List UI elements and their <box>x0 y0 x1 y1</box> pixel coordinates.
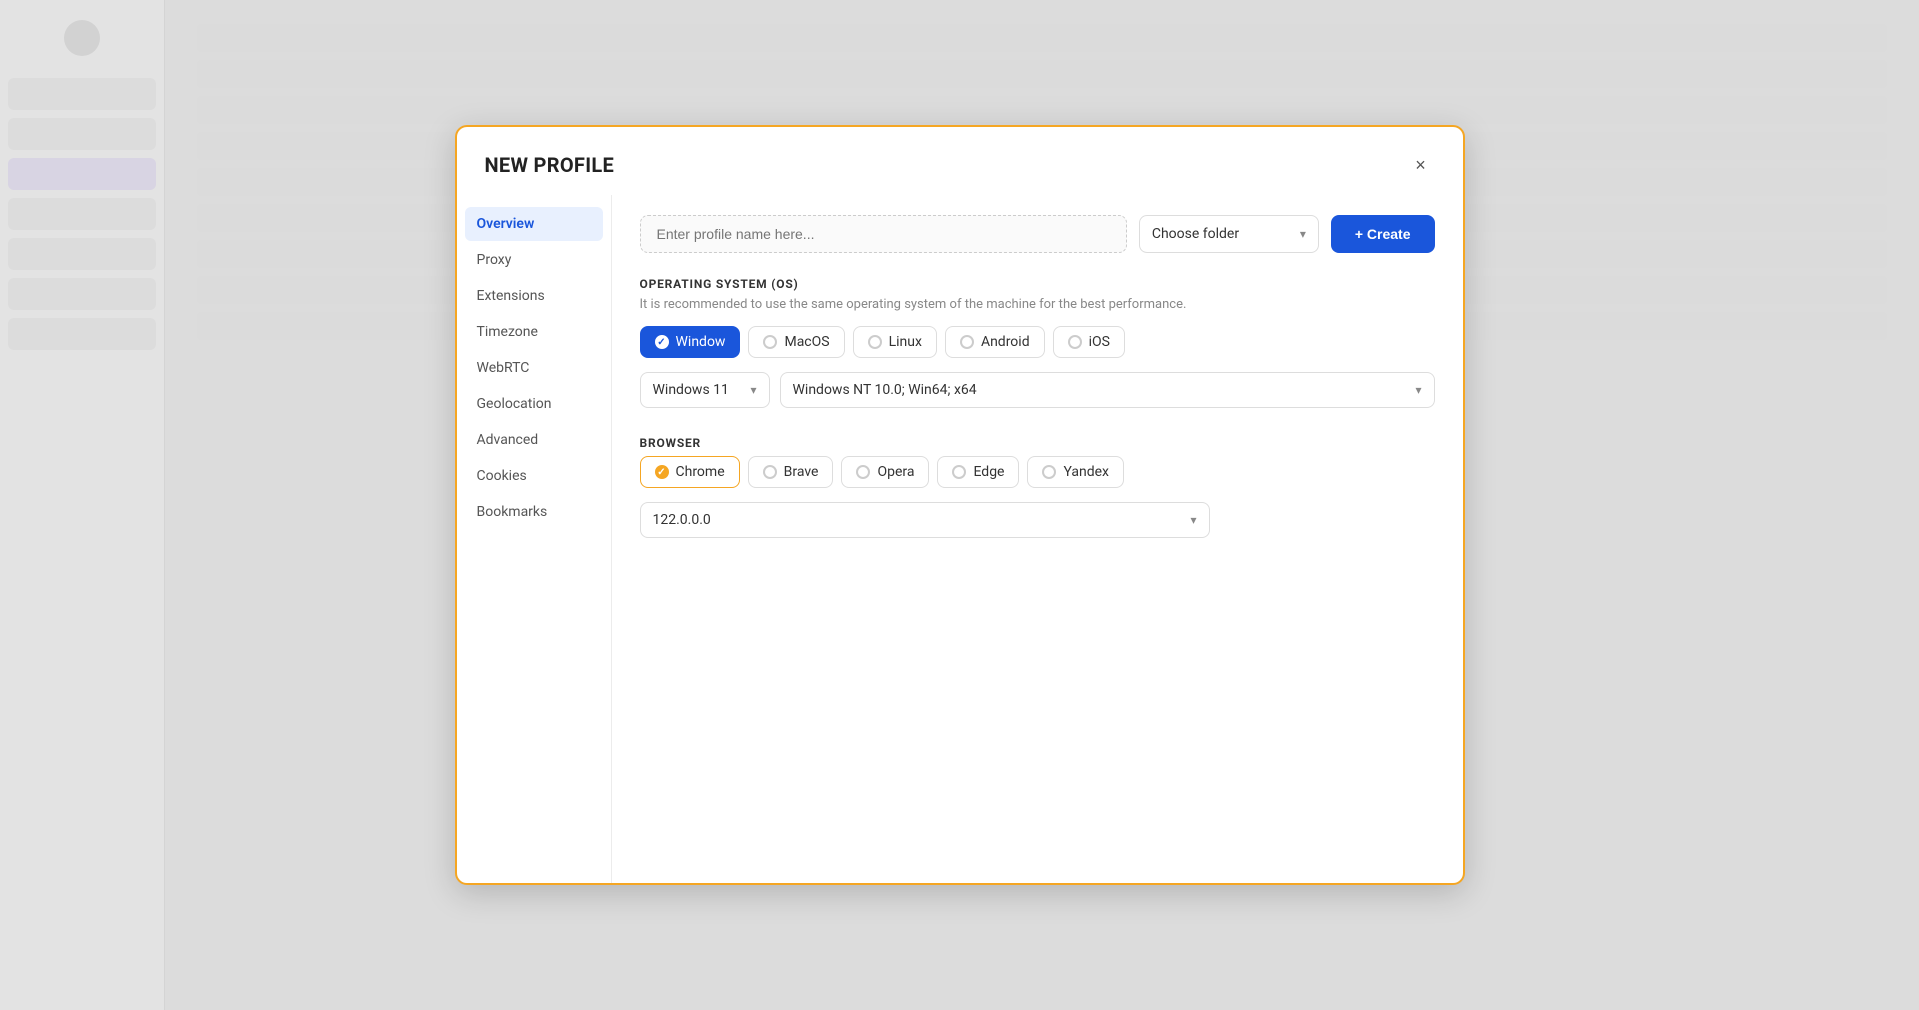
nav-item-advanced[interactable]: Advanced <box>457 423 611 457</box>
folder-select-dropdown[interactable]: Choose folder ▾ <box>1139 215 1319 253</box>
os-radio-android <box>960 335 974 349</box>
browser-radio-edge <box>952 465 966 479</box>
os-platform-select[interactable]: Windows NT 10.0; Win64; x64 ▾ <box>780 372 1435 408</box>
nav-item-bookmarks[interactable]: Bookmarks <box>457 495 611 529</box>
content-area: Choose folder ▾ + Create OPERATING SYSTE… <box>612 195 1463 883</box>
os-options: Window MacOS Linux Android <box>640 326 1435 358</box>
os-platform-value: Windows NT 10.0; Win64; x64 <box>793 382 977 398</box>
browser-radio-yandex <box>1042 465 1056 479</box>
nav-item-extensions[interactable]: Extensions <box>457 279 611 313</box>
browser-option-edge[interactable]: Edge <box>937 456 1019 488</box>
modal-header: NEW PROFILE × <box>457 127 1463 195</box>
browser-radio-opera <box>856 465 870 479</box>
os-option-macos-label: MacOS <box>784 334 829 350</box>
nav-item-proxy[interactable]: Proxy <box>457 243 611 277</box>
browser-option-yandex[interactable]: Yandex <box>1027 456 1124 488</box>
modal-close-button[interactable]: × <box>1407 151 1435 179</box>
browser-version-value: 122.0.0.0 <box>653 512 711 528</box>
browser-version-chevron-icon: ▾ <box>1190 513 1196 527</box>
os-option-android[interactable]: Android <box>945 326 1045 358</box>
create-button[interactable]: + Create <box>1331 215 1435 253</box>
os-platform-chevron-icon: ▾ <box>1415 383 1421 397</box>
os-option-ios[interactable]: iOS <box>1053 326 1125 358</box>
browser-option-edge-label: Edge <box>973 464 1004 480</box>
os-option-window[interactable]: Window <box>640 326 741 358</box>
nav-item-cookies[interactable]: Cookies <box>457 459 611 493</box>
os-option-linux[interactable]: Linux <box>853 326 937 358</box>
os-selects: Windows 11 ▾ Windows NT 10.0; Win64; x64… <box>640 372 1435 408</box>
browser-option-chrome-label: Chrome <box>676 464 725 480</box>
os-section-title: OPERATING SYSTEM (OS) <box>640 277 1435 291</box>
os-section-desc: It is recommended to use the same operat… <box>640 297 1435 312</box>
os-option-window-label: Window <box>676 334 726 350</box>
browser-radio-brave <box>763 465 777 479</box>
os-option-android-label: Android <box>981 334 1030 350</box>
os-version-select[interactable]: Windows 11 ▾ <box>640 372 770 408</box>
os-option-linux-label: Linux <box>889 334 922 350</box>
browser-option-brave[interactable]: Brave <box>748 456 834 488</box>
os-version-value: Windows 11 <box>653 382 729 398</box>
modal-overlay: NEW PROFILE × Overview Proxy Extensions … <box>0 0 1919 1010</box>
nav-item-overview[interactable]: Overview <box>465 207 603 241</box>
os-section: OPERATING SYSTEM (OS) It is recommended … <box>640 277 1435 432</box>
browser-version-select[interactable]: 122.0.0.0 ▾ <box>640 502 1210 538</box>
browser-option-chrome[interactable]: Chrome <box>640 456 740 488</box>
nav-sidebar: Overview Proxy Extensions Timezone WebRT… <box>457 195 612 883</box>
folder-chevron-icon: ▾ <box>1300 227 1306 241</box>
os-radio-window <box>655 335 669 349</box>
nav-item-timezone[interactable]: Timezone <box>457 315 611 349</box>
os-option-macos[interactable]: MacOS <box>748 326 844 358</box>
modal-body: Overview Proxy Extensions Timezone WebRT… <box>457 195 1463 883</box>
nav-item-geolocation[interactable]: Geolocation <box>457 387 611 421</box>
browser-option-yandex-label: Yandex <box>1063 464 1109 480</box>
os-option-ios-label: iOS <box>1089 334 1110 350</box>
os-radio-macos <box>763 335 777 349</box>
modal-title: NEW PROFILE <box>485 153 615 177</box>
browser-section-title: BROWSER <box>640 436 1435 450</box>
browser-option-opera-label: Opera <box>877 464 914 480</box>
browser-option-opera[interactable]: Opera <box>841 456 929 488</box>
nav-item-webrtc[interactable]: WebRTC <box>457 351 611 385</box>
os-version-chevron-icon: ▾ <box>750 383 756 397</box>
browser-radio-chrome <box>655 465 669 479</box>
browser-option-brave-label: Brave <box>784 464 819 480</box>
os-radio-linux <box>868 335 882 349</box>
profile-name-input[interactable] <box>640 215 1127 253</box>
new-profile-modal: NEW PROFILE × Overview Proxy Extensions … <box>455 125 1465 885</box>
os-radio-ios <box>1068 335 1082 349</box>
folder-select-label: Choose folder <box>1152 226 1292 242</box>
browser-options: Chrome Brave Opera Edge <box>640 456 1435 488</box>
top-bar: Choose folder ▾ + Create <box>640 215 1435 253</box>
browser-section: BROWSER Chrome Brave Opera <box>640 436 1435 538</box>
